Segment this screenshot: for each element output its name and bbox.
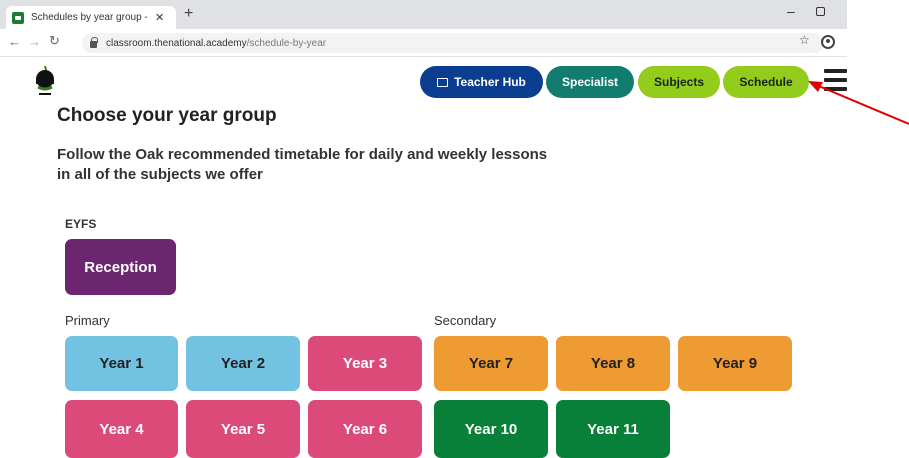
restore-window-button[interactable]	[816, 7, 825, 16]
back-arrow-icon[interactable]: ←	[8, 34, 21, 49]
subjects-button[interactable]: Subjects	[638, 66, 720, 98]
url-text: classroom.thenational.academy/schedule-b…	[106, 38, 326, 49]
specialist-button[interactable]: Specialist	[546, 66, 634, 98]
new-tab-button[interactable]: +	[184, 5, 193, 23]
browser-toolbar: ← → ↻ classroom.thenational.academy/sche…	[0, 29, 847, 57]
minimize-window-button[interactable]: –	[787, 3, 795, 19]
oak-favicon-icon	[12, 11, 24, 24]
year-card-5[interactable]: Year 5	[186, 400, 300, 458]
year-card-11[interactable]: Year 11	[556, 400, 670, 458]
year-card-3[interactable]: Year 3	[308, 336, 422, 391]
teacher-hub-label: Teacher Hub	[454, 75, 526, 89]
bookmark-star-icon[interactable]: ☆	[799, 33, 810, 47]
year-card-4[interactable]: Year 4	[65, 400, 178, 458]
teacher-hub-icon	[437, 77, 449, 87]
page-title: Choose your year group	[57, 105, 277, 126]
lock-icon	[90, 36, 98, 48]
teacher-hub-button[interactable]: Teacher Hub	[420, 66, 543, 98]
close-tab-icon[interactable]: ✕	[155, 11, 164, 24]
year-card-1[interactable]: Year 1	[65, 336, 178, 391]
eyfs-label: EYFS	[65, 217, 97, 231]
browser-tab[interactable]: Schedules by year group - Oak N ✕	[6, 6, 176, 29]
url-host: classroom.thenational.academy	[106, 37, 247, 49]
year-card-6[interactable]: Year 6	[308, 400, 422, 458]
year-card-10[interactable]: Year 10	[434, 400, 548, 458]
primary-label: Primary	[65, 313, 110, 328]
secondary-label: Secondary	[434, 313, 497, 328]
year-card-7[interactable]: Year 7	[434, 336, 548, 391]
forward-arrow-icon[interactable]: →	[28, 34, 41, 49]
profile-avatar-icon[interactable]	[821, 35, 835, 49]
year-card-9[interactable]: Year 9	[678, 336, 792, 391]
year-card-2[interactable]: Year 2	[186, 336, 300, 391]
tab-bar: Schedules by year group - Oak N ✕ + –	[0, 0, 847, 29]
browser-chrome: Schedules by year group - Oak N ✕ + – ← …	[0, 0, 847, 57]
reload-icon[interactable]: ↻	[49, 33, 60, 49]
url-path: /schedule-by-year	[246, 37, 327, 49]
oak-acorn-logo-icon[interactable]	[35, 65, 55, 99]
year-card-reception[interactable]: Reception	[65, 239, 176, 295]
menu-hamburger-icon[interactable]	[824, 69, 847, 93]
year-card-8[interactable]: Year 8	[556, 336, 670, 391]
address-bar[interactable]: classroom.thenational.academy/schedule-b…	[82, 33, 824, 53]
page-lead-text: Follow the Oak recommended timetable for…	[57, 146, 548, 183]
tab-title: Schedules by year group - Oak N	[31, 12, 149, 23]
schedule-button[interactable]: Schedule	[723, 66, 809, 98]
